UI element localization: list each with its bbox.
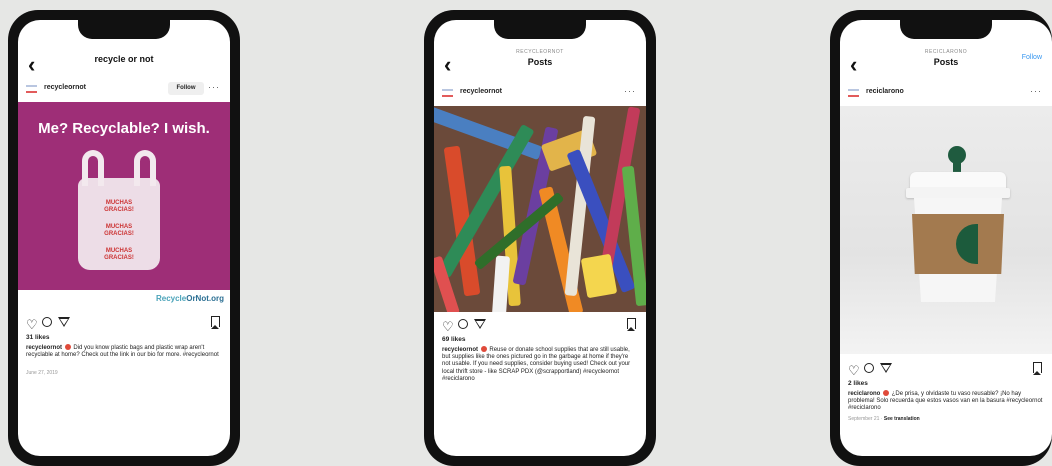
caption-username[interactable]: reciclarono (848, 391, 880, 397)
page-title: Posts (527, 57, 553, 67)
bag-text-1b: GRACIAS! (104, 207, 134, 213)
phone-2: RECYCLEORNOT Posts recycleornot ··· (424, 10, 656, 466)
bookmark-icon[interactable] (627, 318, 636, 331)
post-image[interactable] (434, 106, 646, 312)
action-bar (840, 362, 1052, 380)
avatar[interactable] (442, 89, 453, 97)
phone-notch (494, 20, 586, 39)
phone-notch (78, 20, 170, 39)
plastic-bag-illustration: MUCHAS GRACIAS! MUCHAS GRACIAS! MUCHAS G… (78, 150, 160, 270)
username-link[interactable]: recycleornot (44, 84, 86, 91)
post-caption: recycleornot Reuse or donate school supp… (442, 346, 638, 383)
post-date: June 27, 2019 (26, 370, 58, 376)
top-bar: recycle or not (18, 46, 230, 82)
username-link[interactable]: reciclarono (866, 88, 904, 95)
more-options-icon[interactable]: ··· (1030, 86, 1042, 96)
follow-button[interactable]: Follow (168, 82, 204, 95)
post-date: September 21 (848, 416, 880, 422)
image-headline: Me? Recyclable? I wish. (38, 120, 210, 137)
top-bar: RECICLARONO Posts Follow (840, 46, 1052, 82)
back-arrow-icon[interactable] (444, 54, 451, 76)
page-subtitle: RECYCLEORNOT (516, 49, 564, 55)
caption-username[interactable]: recycleornot (442, 347, 478, 353)
bag-text-1a: MUCHAS (105, 200, 133, 206)
likes-count[interactable]: 2 likes (848, 380, 868, 387)
likes-count[interactable]: 31 likes (26, 334, 50, 341)
bag-text-2b: GRACIAS! (104, 231, 134, 237)
share-icon[interactable] (474, 319, 486, 329)
more-options-icon[interactable]: ··· (208, 82, 220, 92)
more-options-icon[interactable]: ··· (624, 86, 636, 96)
post-header: recycleornot Follow ··· (18, 78, 230, 100)
recycle-emoji-icon (64, 344, 71, 350)
page-title: Posts (933, 57, 959, 67)
bag-text-3a: MUCHAS (105, 248, 133, 254)
share-icon[interactable] (58, 317, 70, 327)
likes-count[interactable]: 69 likes (442, 336, 466, 343)
username-link[interactable]: recycleornot (460, 88, 502, 95)
top-bar: RECYCLEORNOT Posts (434, 46, 646, 82)
bookmark-icon[interactable] (1033, 362, 1042, 375)
phone-1: recycle or not recycleornot Follow ··· M… (8, 10, 240, 466)
page-title: recycle or not (94, 54, 154, 64)
phone-3: RECICLARONO Posts Follow reciclarono ···… (830, 10, 1052, 466)
avatar[interactable] (848, 89, 859, 97)
bookmark-icon[interactable] (211, 316, 220, 329)
post-header: recycleornot ··· (434, 82, 646, 104)
phone-2-screen: RECYCLEORNOT Posts recycleornot ··· (434, 20, 646, 456)
recycle-emoji-icon (883, 390, 890, 396)
post-meta: September 21 · See translation (848, 416, 920, 422)
like-heart-icon[interactable] (442, 318, 454, 330)
phone-3-screen: RECICLARONO Posts Follow reciclarono ···… (840, 20, 1052, 456)
share-icon[interactable] (880, 363, 892, 373)
follow-button[interactable]: Follow (1022, 54, 1042, 61)
avatar[interactable] (26, 85, 37, 93)
action-bar (434, 318, 646, 336)
comment-icon[interactable] (864, 363, 874, 373)
recycle-emoji-icon (480, 346, 487, 352)
caption-username[interactable]: recycleornot (26, 345, 62, 351)
bag-text-3b: GRACIAS! (104, 255, 134, 261)
post-caption: recycleornot Did you know plastic bags a… (26, 344, 222, 359)
post-header: reciclarono ··· (840, 82, 1052, 104)
back-arrow-icon[interactable] (28, 54, 35, 76)
post-image[interactable]: Me? Recyclable? I wish. MUCHAS GRACIAS! … (18, 102, 230, 308)
post-caption: reciclarono ¿De prisa, y olvidaste tu va… (848, 390, 1044, 413)
like-heart-icon[interactable] (26, 316, 38, 328)
bag-text-2a: MUCHAS (105, 224, 133, 230)
like-heart-icon[interactable] (848, 362, 860, 374)
page-subtitle: RECICLARONO (924, 49, 968, 55)
comment-icon[interactable] (458, 319, 468, 329)
phone-1-screen: recycle or not recycleornot Follow ··· M… (18, 20, 230, 456)
back-arrow-icon[interactable] (850, 54, 857, 76)
brand-logo-text: RecycleOrNot.org (155, 294, 224, 303)
phone-notch (900, 20, 992, 39)
action-bar (18, 316, 230, 334)
post-image[interactable] (840, 106, 1052, 354)
comment-icon[interactable] (42, 317, 52, 327)
see-translation-link[interactable]: See translation (884, 416, 920, 422)
image-footer-strip: RecycleOrNot.org (18, 290, 230, 308)
